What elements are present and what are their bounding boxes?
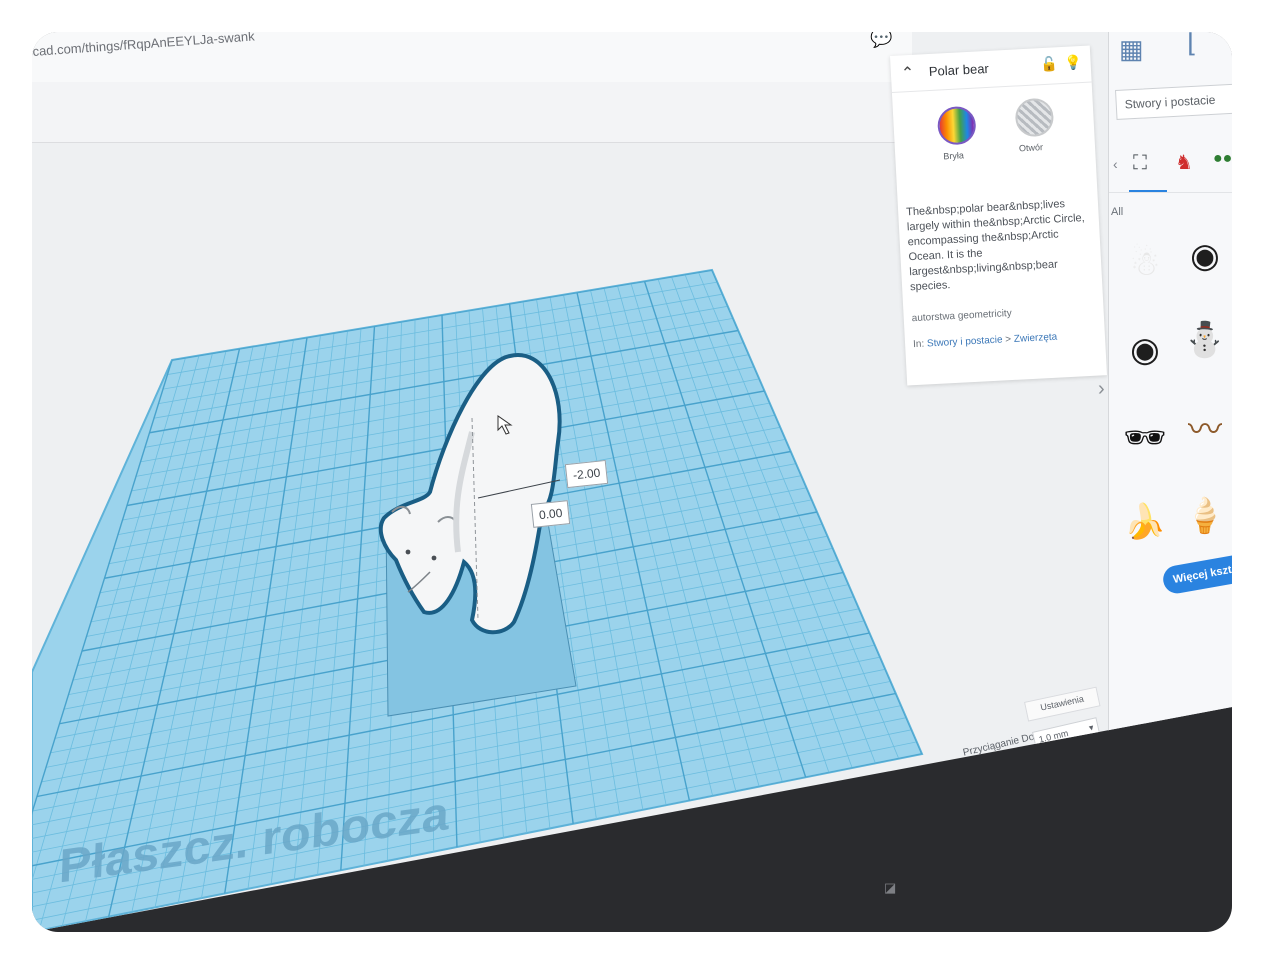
inspector-title: Polar bear: [928, 60, 990, 79]
shape-author[interactable]: autorstwa geometricity: [911, 308, 1011, 324]
collapse-panel-icon[interactable]: ›: [1098, 378, 1105, 401]
chevron-left-icon[interactable]: ‹: [1113, 156, 1118, 172]
bear-left-eye: [405, 549, 411, 555]
breadcrumb: In: Stwory i postacie > Zwierzęta: [913, 332, 1058, 351]
shape-description: The&nbsp;polar bear&nbsp;lives largely w…: [905, 198, 1085, 294]
shape-thumb-eye-hat[interactable]: ◉: [1177, 228, 1232, 284]
system-tray-icons[interactable]: ⌃ ▭ ◁× ▭: [1147, 725, 1213, 755]
solid-color-swatch[interactable]: [936, 105, 977, 146]
shape-inspector-panel: ⌃ Polar bear 🔓 💡 Bryła Otwór The&nbsp;po…: [890, 45, 1107, 386]
active-tab-indicator: [1129, 190, 1167, 192]
shape-category-tabs: ‹ ⛶ ♞ ●●: [1109, 142, 1232, 193]
monitor-logo-icon: ◪: [884, 880, 897, 895]
shape-thumb-sunglasses[interactable]: 🕶: [1117, 410, 1173, 466]
more-shapes-button[interactable]: Więcej kształt: [1161, 552, 1232, 596]
shape-thumb-ghost[interactable]: ☃: [1117, 236, 1173, 292]
breadcrumb-subcategory-link[interactable]: Zwierzęta: [1014, 332, 1058, 345]
eyes-tab-icon[interactable]: ●●: [1213, 150, 1232, 168]
shapes-library-panel: ▦ ⌊ Stwory i postacie ‹ ⛶ ♞ ●● All ☃ ◉ ◉…: [1108, 32, 1232, 932]
lock-icon[interactable]: 🔓: [1040, 55, 1058, 73]
breadcrumb-separator: >: [1005, 334, 1012, 346]
snap-grid-value: 1.0 mm: [1037, 728, 1070, 745]
shape-thumb-ice-cream[interactable]: 🍦: [1177, 488, 1232, 544]
breadcrumb-category-link[interactable]: Stwory i postacie: [927, 335, 1003, 350]
shape-thumb-mustache[interactable]: 〰: [1177, 402, 1232, 458]
solid-label: Bryła: [943, 150, 965, 162]
chevron-up-icon[interactable]: ⌃: [900, 63, 915, 84]
shape-thumb-santa-hat[interactable]: ⛄: [1177, 312, 1232, 368]
grid-icon[interactable]: ▦: [1119, 34, 1149, 64]
bear-right-eye: [431, 555, 437, 561]
filter-all-label[interactable]: All: [1111, 206, 1123, 218]
hole-swatch[interactable]: [1014, 97, 1055, 138]
dropdown-arrow-icon: ▾: [1087, 722, 1095, 733]
monitor-frame: cad.com/things/fRqpAnEEYLJa-swank 💬 -2.0…: [32, 32, 1232, 932]
shape-thumb-eye-brow[interactable]: ◉: [1117, 322, 1173, 378]
shape-library-select[interactable]: Stwory i postacie: [1115, 83, 1232, 120]
tinkercad-screen: cad.com/things/fRqpAnEEYLJa-swank 💬 -2.0…: [32, 32, 1232, 932]
ruler-icon[interactable]: ⌊: [1187, 32, 1217, 58]
hole-label: Otwór: [1018, 142, 1044, 154]
shape-thumb-banana[interactable]: 🍌: [1117, 494, 1173, 550]
fit-view-icon[interactable]: ⛶: [1133, 152, 1147, 175]
lightbulb-icon[interactable]: 💡: [1064, 54, 1082, 72]
breadcrumb-prefix: In:: [912, 338, 925, 351]
dimension-elevation-input[interactable]: 0.00: [530, 500, 571, 528]
creature-tab-icon[interactable]: ♞: [1175, 150, 1193, 175]
dimension-height-input[interactable]: -2.00: [564, 459, 609, 489]
